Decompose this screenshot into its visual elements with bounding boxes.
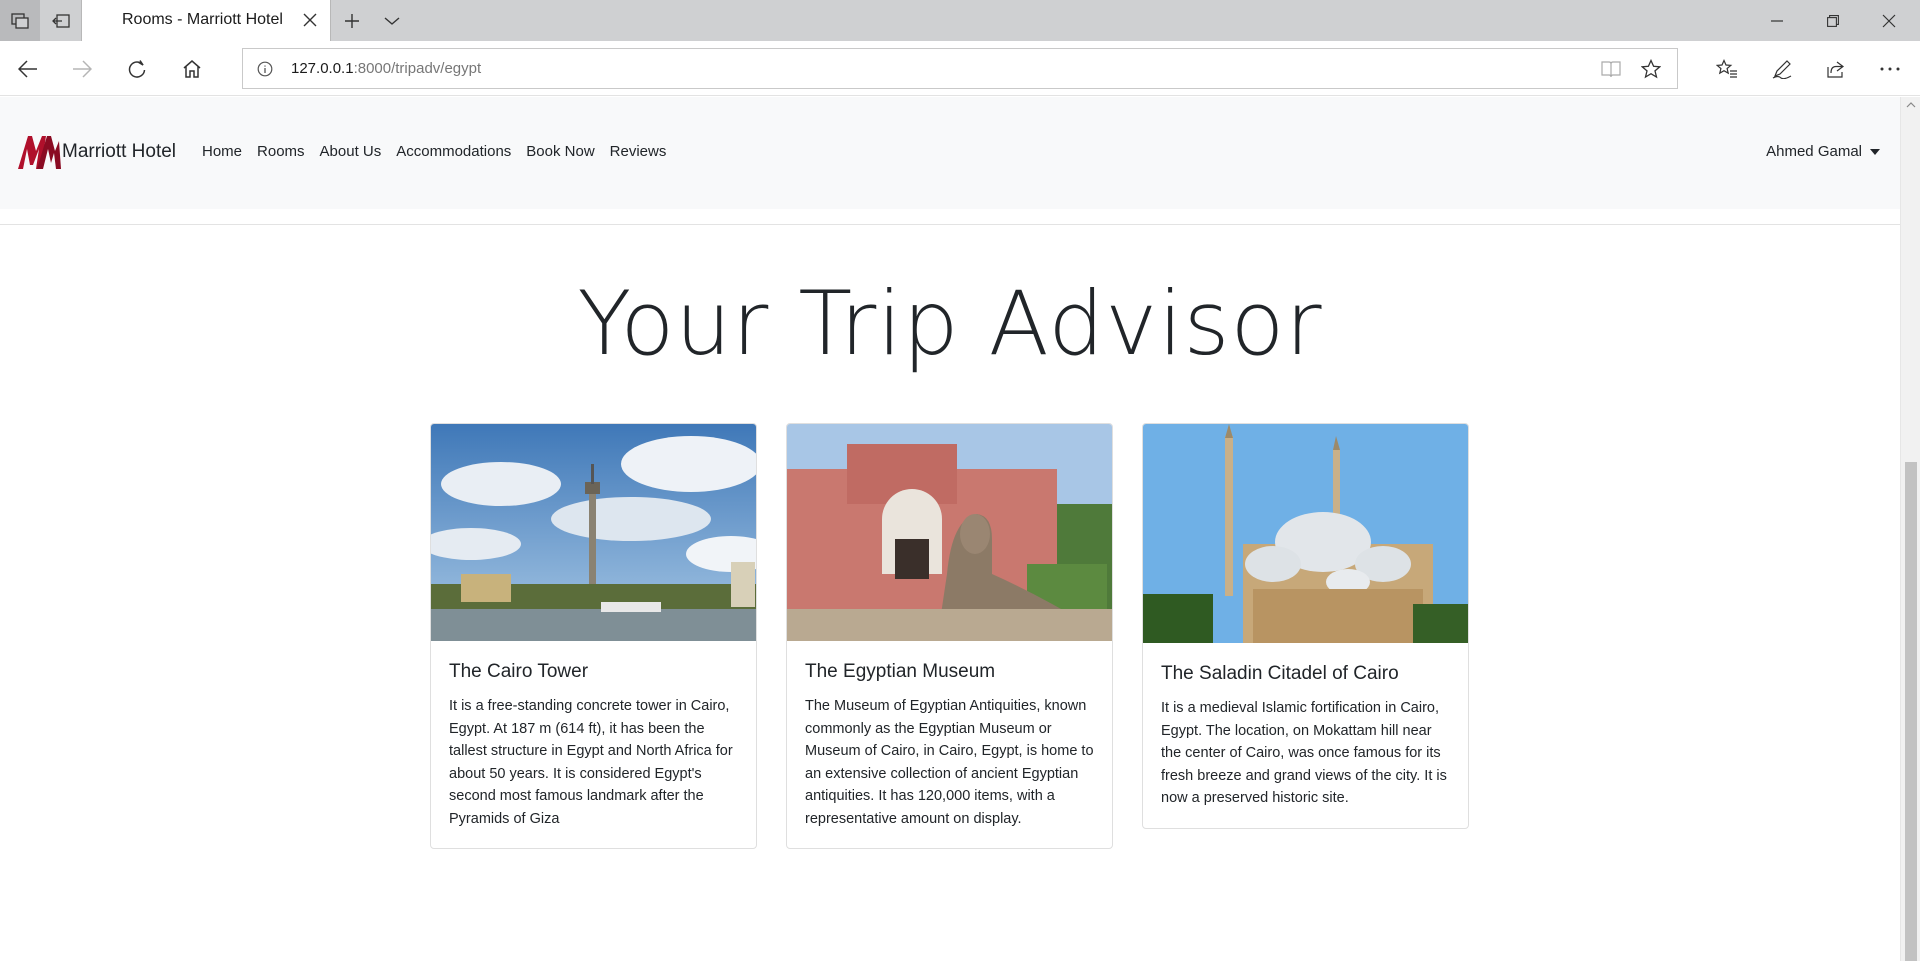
card-text: It is a medieval Islamic fortification i…: [1161, 700, 1447, 806]
close-window-icon[interactable]: [1866, 0, 1912, 41]
home-icon[interactable]: [176, 53, 208, 85]
minimize-icon[interactable]: [1754, 0, 1800, 41]
user-dropdown[interactable]: Ahmed Gamal: [1766, 143, 1880, 160]
close-tab-icon[interactable]: [300, 10, 320, 30]
tab-title: Rooms - Marriott Hotel: [122, 11, 283, 28]
nav-link-reviews[interactable]: Reviews: [610, 143, 667, 160]
page-scrollbar[interactable]: [1900, 97, 1920, 961]
site-navbar: Marriott Hotel Home Rooms About Us Accom…: [0, 97, 1900, 209]
address-toolbar: 127.0.0.1:8000/tripadv/egypt: [0, 41, 1920, 96]
egyptian-museum-image: [787, 424, 1112, 641]
new-tab-icon[interactable]: [338, 8, 366, 34]
pen-icon[interactable]: [1766, 53, 1798, 85]
user-name: Ahmed Gamal: [1766, 143, 1862, 160]
page-viewport: Marriott Hotel Home Rooms About Us Accom…: [0, 97, 1900, 961]
caret-down-icon: [1870, 148, 1880, 155]
card-saladin-citadel: The Saladin Citadel of Cairo It is a med…: [1142, 423, 1469, 829]
nav-link-rooms[interactable]: Rooms: [257, 143, 305, 160]
more-icon[interactable]: [1874, 53, 1906, 85]
active-tab[interactable]: Rooms - Marriott Hotel: [81, 0, 331, 41]
nav-link-accommodations[interactable]: Accommodations: [396, 143, 511, 160]
card-title: The Cairo Tower: [449, 661, 589, 682]
scroll-up-icon[interactable]: [1906, 101, 1916, 109]
cairo-tower-image: [431, 424, 756, 641]
saladin-citadel-image: [1143, 424, 1468, 643]
set-tabs-aside-icon[interactable]: [41, 0, 81, 41]
restore-icon[interactable]: [1810, 0, 1856, 41]
browser-tab-bar: Rooms - Marriott Hotel: [0, 0, 1920, 41]
card-text: The Museum of Egyptian Antiquities, know…: [805, 698, 1094, 827]
star-icon[interactable]: [1639, 58, 1663, 80]
forward-icon[interactable]: [66, 53, 98, 85]
reading-view-icon[interactable]: [1599, 58, 1623, 80]
address-bar[interactable]: 127.0.0.1:8000/tripadv/egypt: [242, 48, 1678, 89]
brand-name: Marriott Hotel: [62, 141, 177, 162]
marriott-logo-icon: [18, 136, 61, 169]
scrollbar-thumb[interactable]: [1905, 462, 1917, 961]
card-text: It is a free-standing concrete tower in …: [449, 698, 733, 827]
card-title: The Saladin Citadel of Cairo: [1161, 663, 1399, 684]
nav-link-book-now[interactable]: Book Now: [526, 143, 594, 160]
nav-links: Home Rooms About Us Accommodations Book …: [202, 143, 681, 160]
refresh-icon[interactable]: [121, 53, 153, 85]
card-title: The Egyptian Museum: [805, 661, 996, 682]
back-icon[interactable]: [12, 53, 44, 85]
brand[interactable]: Marriott Hotel: [15, 133, 176, 171]
info-icon[interactable]: [255, 59, 275, 79]
nav-link-home[interactable]: Home: [202, 143, 242, 160]
tab-actions-icon[interactable]: [0, 0, 40, 41]
page-title: Your Trip Advisor: [577, 272, 1323, 375]
share-icon[interactable]: [1820, 53, 1852, 85]
nav-link-about-us[interactable]: About Us: [320, 143, 382, 160]
card-egyptian-museum: The Egyptian Museum The Museum of Egypti…: [786, 423, 1113, 849]
card-cairo-tower: The Cairo Tower It is a free-standing co…: [430, 423, 757, 849]
favorites-icon[interactable]: [1711, 53, 1743, 85]
chevron-down-icon[interactable]: [378, 8, 406, 34]
divider: [0, 224, 1900, 225]
url-text[interactable]: 127.0.0.1:8000/tripadv/egypt: [291, 60, 481, 77]
